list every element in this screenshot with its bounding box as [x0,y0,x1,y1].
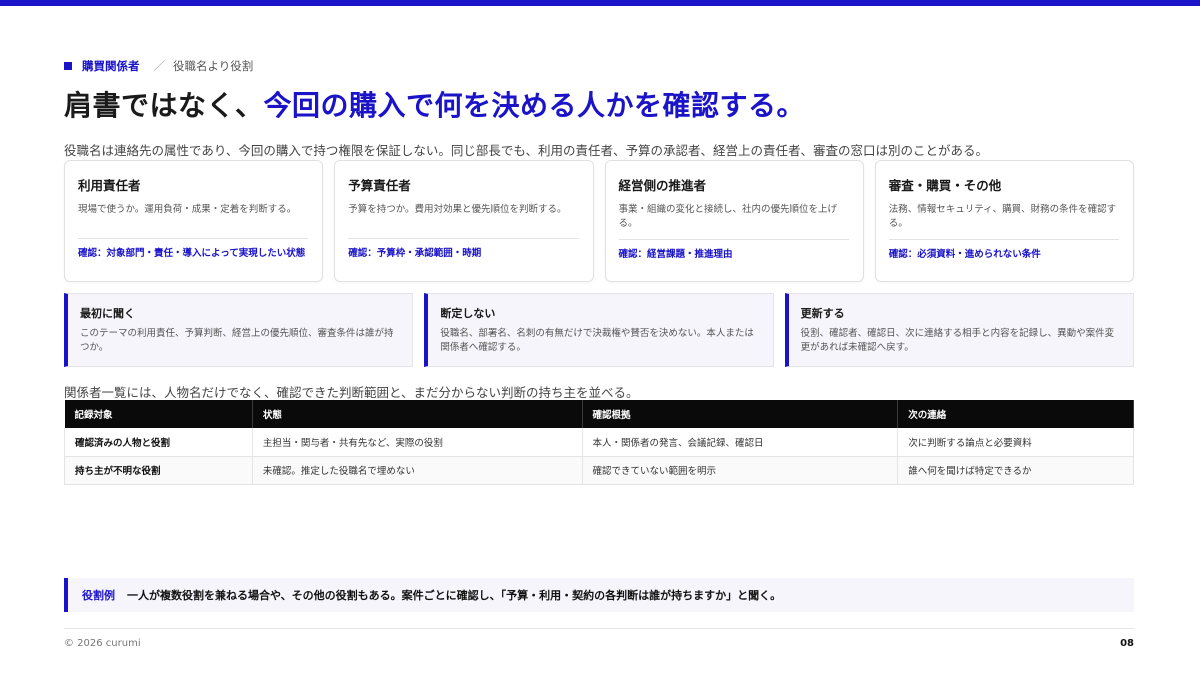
lead-text: 役職名は連絡先の属性であり、今回の購入で持つ権限を保証しない。同じ部長でも、利用… [64,143,989,158]
table-header-cell: 確認根拠 [582,400,899,428]
copyright: © 2026 curumi [64,638,141,649]
table-cell: 持ち主が不明な役割 [64,456,253,485]
title-accent: 今回の購入で何を決める人かを確認する。 [263,89,806,122]
card-description: 事業・組織の変化と接続し、社内の優先順位を上げる。 [618,204,838,229]
table-cell: 主担当・関与者・共有先など、実際の役割 [252,428,583,457]
card-divider [348,238,579,239]
step-title: 断定しない [440,307,496,320]
step-do-not-assume: 断定しない 役職名、部署名、名刺の有無だけで決裁権や賛否を決めない。本人または関… [424,293,774,367]
example-text: 一人が複数役割を兼ねる場合や、その他の役割もある。案件ごとに確認し、「予算・利用… [127,589,782,602]
card-title: 審査・購買・その他 [888,178,1002,193]
guidance-steps: 最初に聞く このテーマの利用責任、予算判断、経営上の優先順位、審査条件は誰が持つ… [64,293,1134,367]
card-confirm: 確認：予算枠・承認範囲・時期 [348,248,482,259]
example-label: 役割例 [82,589,115,602]
step-ask-first: 最初に聞く このテーマの利用責任、予算判断、経営上の優先順位、審査条件は誰が持つ… [64,293,414,367]
step-description: このテーマの利用責任、予算判断、経営上の優先順位、審査条件は誰が持つか。 [80,328,394,354]
card-confirm: 確認：必須資料・進められない条件 [888,248,1041,260]
table-row: 確認済みの人物と役割 主担当・関与者・共有先など、実際の役割 本人・関係者の発言… [64,428,1134,457]
step-description: 役職名、部署名、名刺の有無だけで決裁権や賛否を決めない。本人または関係者へ確認す… [440,328,754,354]
page-title: 肩書ではなく、今回の購入で何を決める人かを確認する。 [64,84,805,124]
card-description: 法務、情報セキュリティ、購買、財務の条件を確認する。 [888,204,1117,229]
card-title: 利用責任者 [78,178,141,193]
card-divider [618,238,849,240]
card-confirm: 確認：対象部門・責任・導入によって実現したい状態 [78,248,306,259]
role-card-usage-owner: 利用責任者 現場で使うか。運用負荷・成果・定着を判断する。 確認：対象部門・責任… [64,160,324,282]
table-header-cell: 記録対象 [64,400,253,428]
title-plain: 肩書ではなく、 [64,89,264,122]
table-header-cell: 次の連絡 [897,400,1134,428]
table-cell: 次に判断する論点と必要資料 [897,428,1134,457]
table-cell: 本人・関係者の発言、会議記録、確認日 [582,428,899,457]
table-cell: 誰へ何を聞けば特定できるか [897,456,1134,485]
card-title: 予算責任者 [348,178,411,193]
square-bullet-icon [64,62,72,70]
breadcrumb: 購買関係者 ／ 役職名より役割 [64,58,253,74]
card-divider [78,238,309,239]
table-cell: 確認済みの人物と役割 [64,428,253,457]
top-accent-bar [0,0,1200,6]
card-description: 予算を持つか。費用対効果と優先順位を判断する。 [348,204,567,215]
stakeholder-record-table: 記録対象 状態 確認根拠 次の連絡 確認済みの人物と役割 主担当・関与者・共有先… [64,400,1134,485]
table-row: 持ち主が不明な役割 未確認。推定した役職名で埋めない 確認できていない範囲を明示… [64,456,1134,485]
role-card-review-procurement: 審査・購買・その他 法務、情報セキュリティ、購買、財務の条件を確認する。 確認：… [874,160,1134,282]
step-title: 更新する [800,307,845,320]
card-confirm: 確認：経営課題・推進理由 [618,248,733,260]
section-category: 購買関係者 [82,59,140,73]
role-card-executive-sponsor: 経営側の推進者 事業・組織の変化と接続し、社内の優先順位を上げる。 確認：経営課… [604,160,864,282]
card-title: 経営側の推進者 [618,178,707,193]
footer-divider [64,628,1134,629]
table-header-cell: 状態 [252,400,583,428]
table-cell: 未確認。推定した役職名で埋めない [252,456,583,485]
card-description: 現場で使うか。運用負荷・成果・定着を判断する。 [78,204,297,215]
table-cell: 確認できていない範囲を明示 [582,456,899,485]
breadcrumb-separator: ／ [153,59,166,73]
step-title: 最初に聞く [80,307,135,320]
role-example-callout: 役割例 一人が複数役割を兼ねる場合や、その他の役割もある。案件ごとに確認し、「予… [64,578,1134,612]
role-cards: 利用責任者 現場で使うか。運用負荷・成果・定着を判断する。 確認：対象部門・責任… [64,160,1134,282]
step-description: 役割、確認者、確認日、次に連絡する相手と内容を記録し、異動や案件変更があれば未確… [800,328,1115,354]
card-divider [888,238,1119,240]
page-number: 08 [1120,638,1134,649]
role-card-budget-owner: 予算責任者 予算を持つか。費用対効果と優先順位を判断する。 確認：予算枠・承認範… [334,160,594,282]
table-lead-text: 関係者一覧には、人物名だけでなく、確認できた判断範囲と、まだ分からない判断の持ち… [64,385,639,400]
table-header-row: 記録対象 状態 確認根拠 次の連絡 [64,400,1134,428]
section-subtitle: 役職名より役割 [173,59,254,73]
step-update: 更新する 役割、確認者、確認日、次に連絡する相手と内容を記録し、異動や案件変更が… [784,293,1134,367]
